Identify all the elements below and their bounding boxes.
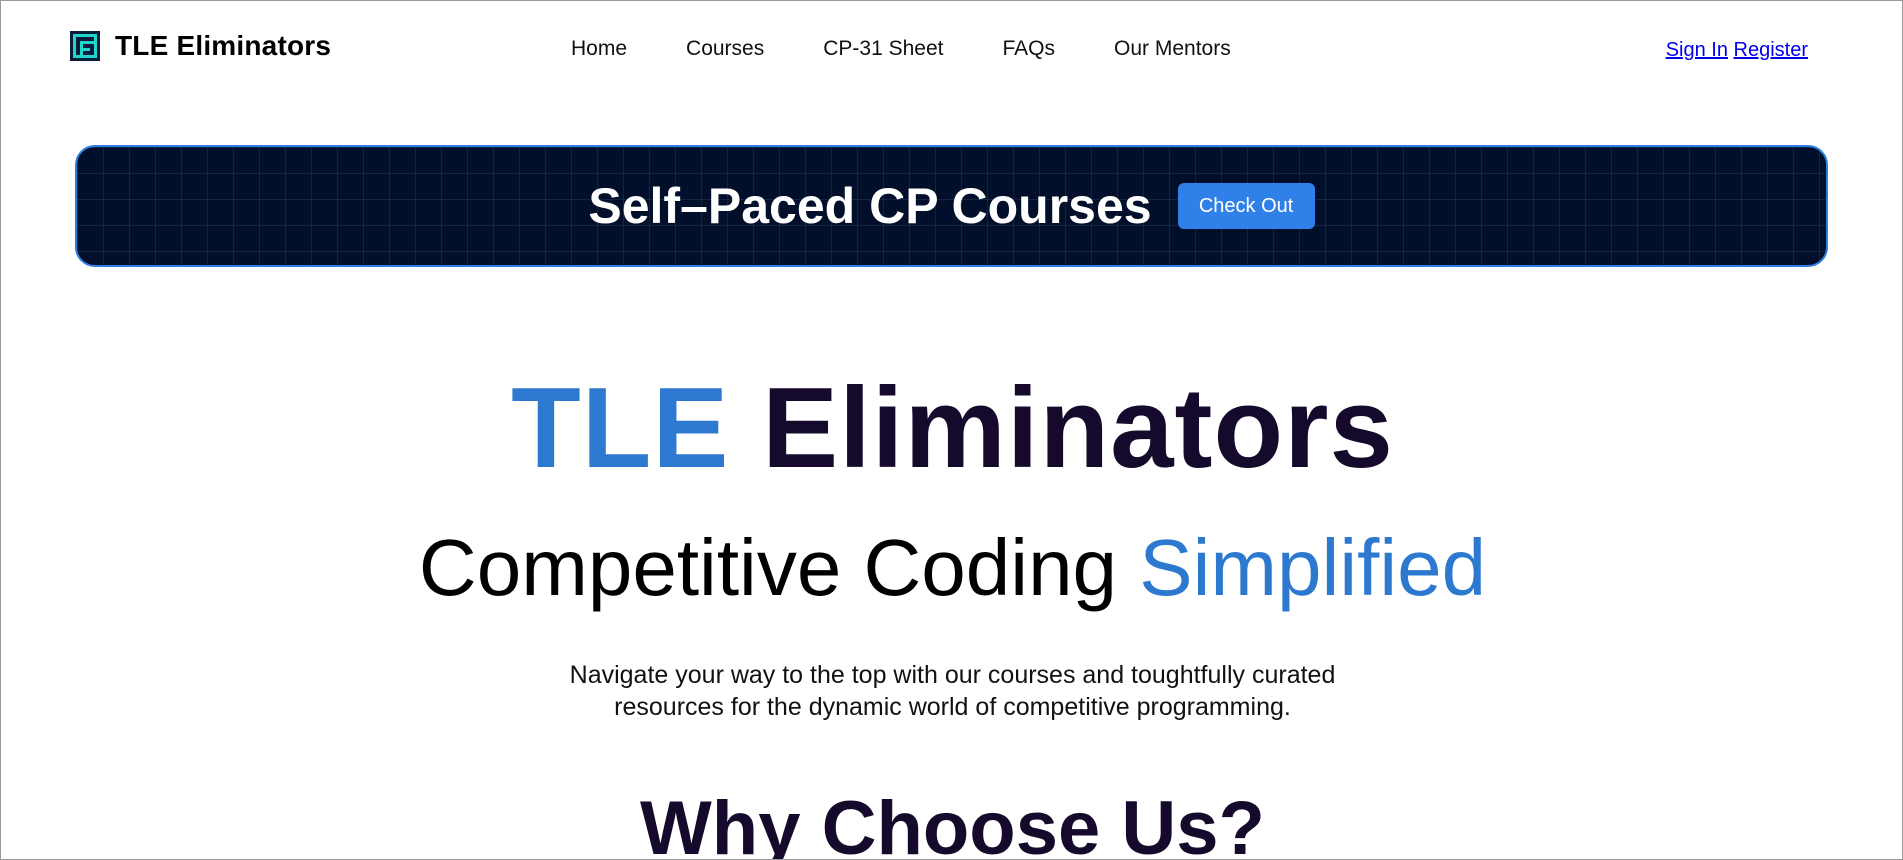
brand-name: TLE Eliminators [115,30,332,61]
banner-title: Self–Paced CP Courses [588,178,1152,234]
hero-title: TLE Eliminators [1,365,1902,492]
nav-cp31-sheet[interactable]: CP-31 Sheet [823,37,943,61]
navbar: TLE Eliminators Home Courses CP-31 Sheet… [1,1,1902,97]
why-choose-us-heading: Why Choose Us? [640,786,1265,860]
register-link[interactable]: Register [1734,39,1808,61]
nav-faqs[interactable]: FAQs [1002,37,1055,61]
promo-banner: Self–Paced CP Courses Check Out [75,145,1828,267]
brand-link[interactable]: TLE Eliminators [70,31,331,61]
tle-logo-icon [70,31,100,61]
check-out-button[interactable]: Check Out [1177,183,1315,229]
sign-in-link[interactable]: Sign In [1666,39,1728,61]
auth-links: Sign In Register [1666,38,1808,62]
hero-title-eliminators: Eliminators [762,365,1394,492]
hero-title-tle: TLE [511,365,730,492]
nav-home[interactable]: Home [571,37,627,61]
main-nav: Home Courses CP-31 Sheet FAQs Our Mentor… [571,37,1290,61]
hero-description-line2: resources for the dynamic world of compe… [614,693,1291,721]
hero-subtitle-main: Competitive Coding [418,523,1118,612]
hero-description: Navigate your way to the top with our co… [1,659,1902,723]
nav-courses[interactable]: Courses [686,37,764,61]
hero-subtitle-accent: Simplified [1139,523,1487,612]
hero-description-line1: Navigate your way to the top with our co… [569,661,1336,689]
nav-our-mentors[interactable]: Our Mentors [1114,37,1231,61]
hero-subtitle: Competitive Coding Simplified [1,523,1902,613]
page: TLE Eliminators Home Courses CP-31 Sheet… [0,0,1903,860]
